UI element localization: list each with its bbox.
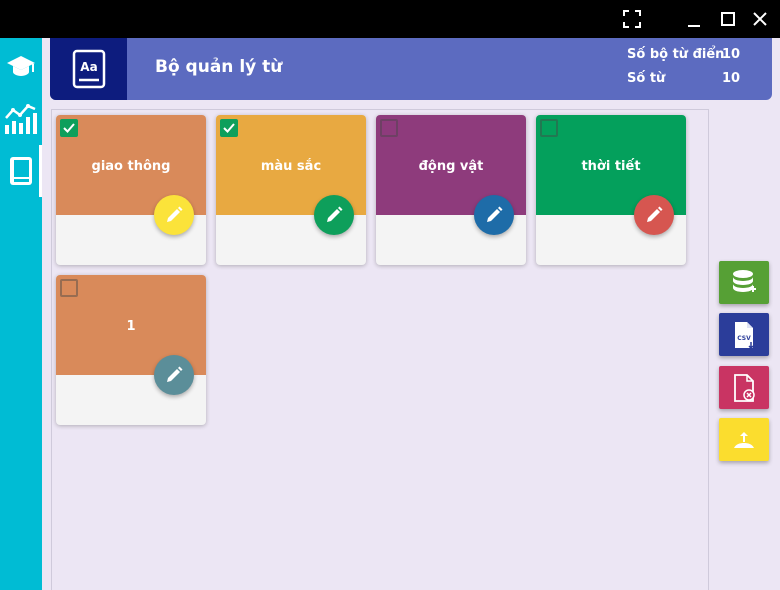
share-button[interactable] [719,418,769,461]
edit-button[interactable] [154,195,194,235]
edit-button[interactable] [634,195,674,235]
pencil-icon [487,206,503,222]
dictionary-card[interactable]: 1 [56,275,206,425]
header: Aa Bộ quản lý từ Số bộ từ điển 10 Số từ … [50,38,772,100]
word-count-value: 10 [722,71,741,86]
card-checkbox[interactable] [60,119,78,137]
graduation-cap-icon[interactable] [0,46,42,86]
delete-file-button[interactable] [719,366,769,409]
dictionary-card[interactable]: thời tiết [536,115,686,265]
page-title: Bộ quản lý từ [155,57,283,77]
dictionary-card[interactable]: động vật [376,115,526,265]
word-count-label: Số từ [627,71,666,86]
pencil-icon [167,366,183,382]
card-title: động vật [418,158,484,174]
pencil-icon [647,206,663,222]
csv-file-icon: CSV [735,321,754,349]
edit-button[interactable] [154,355,194,395]
title-bar [0,0,780,38]
chart-icon[interactable] [0,98,42,138]
active-indicator [39,145,42,197]
book-icon[interactable] [0,151,42,191]
card-checkbox[interactable] [540,119,558,137]
svg-text:Aa: Aa [80,60,97,74]
database-add-icon [733,269,756,292]
fullscreen-icon[interactable] [622,9,642,29]
checkmark-icon [223,123,235,133]
share-user-icon [734,431,754,448]
maximize-icon[interactable] [718,9,738,29]
edit-button[interactable] [314,195,354,235]
card-checkbox[interactable] [380,119,398,137]
card-checkbox[interactable] [60,279,78,297]
dictionary-card[interactable]: màu sắc [216,115,366,265]
minimize-icon[interactable] [684,9,704,29]
checkmark-icon [63,123,75,133]
file-delete-icon [734,373,755,402]
dictionary-count-label: Số bộ từ điển [627,47,725,62]
card-title: 1 [126,318,136,334]
edit-button[interactable] [474,195,514,235]
card-title: giao thông [91,158,171,174]
close-icon[interactable] [750,9,770,29]
import-csv-button[interactable]: CSV [719,313,769,356]
pencil-icon [327,206,343,222]
svg-text:CSV: CSV [737,335,751,342]
sidebar [0,38,42,590]
card-checkbox[interactable] [220,119,238,137]
dictionary-icon: Aa [50,38,127,100]
dictionary-card[interactable]: giao thông [56,115,206,265]
pencil-icon [167,206,183,222]
dictionary-count-value: 10 [722,47,741,62]
add-database-button[interactable] [719,261,769,304]
card-title: thời tiết [581,158,641,174]
card-title: màu sắc [260,158,322,174]
